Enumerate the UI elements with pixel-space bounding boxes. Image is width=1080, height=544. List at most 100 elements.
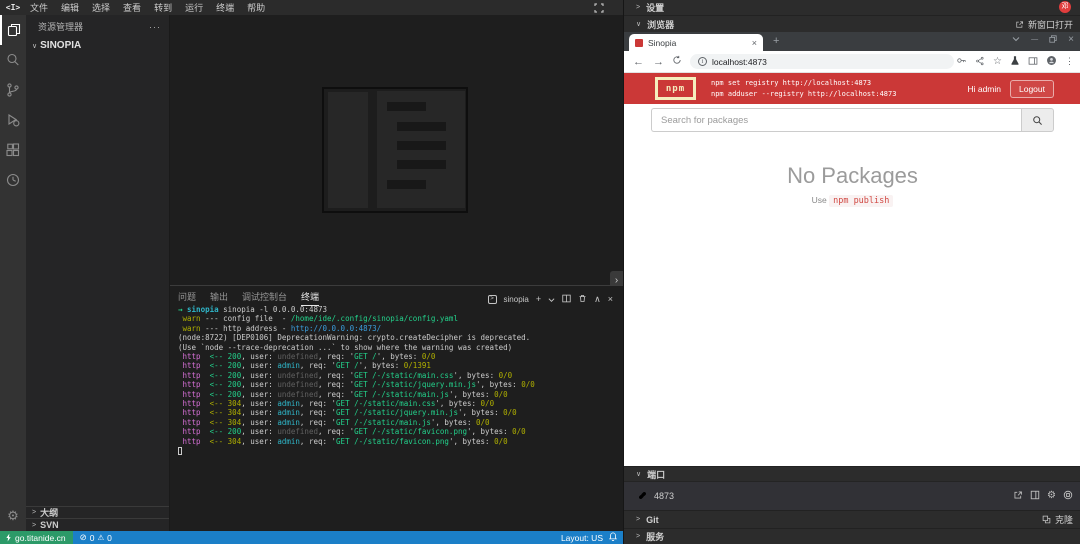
fullscreen-icon[interactable]: [594, 3, 604, 13]
folder-sinopia[interactable]: ∨ SINOPIA: [26, 36, 169, 55]
chevron-down-icon: ∨: [636, 20, 641, 28]
open-new-window-button[interactable]: 新窗口打开: [1015, 18, 1080, 31]
terminal-dropdown-icon[interactable]: [548, 290, 555, 308]
terminal-cursor-line: [178, 446, 535, 457]
tab-problems[interactable]: 问题: [178, 290, 196, 306]
terminal-warn-line: warn --- http address - http://0.0.0.0:4…: [178, 324, 535, 333]
port-row-4873[interactable]: 4873 ⚙: [624, 481, 1080, 510]
port-number[interactable]: 4873: [654, 491, 674, 501]
tab-terminal[interactable]: 终端: [301, 290, 319, 306]
link-icon: [637, 490, 648, 503]
chevron-right-icon: >: [636, 533, 640, 540]
minimize-window-icon[interactable]: —: [1031, 36, 1038, 43]
status-bar: go.titanide.cn ⊘ 0 ⚠ 0 Layout: US: [0, 531, 623, 544]
user-avatar[interactable]: 邓: [1059, 1, 1071, 13]
forward-icon[interactable]: →: [653, 56, 664, 68]
greeting-text: Hi admin: [967, 84, 1001, 94]
extensions-icon[interactable]: [0, 135, 26, 165]
http-log-line: http <-- 304, user: admin, req: 'GET /-/…: [178, 418, 535, 427]
notifications-bell-icon[interactable]: [609, 532, 617, 543]
http-log-line: http <-- 304, user: admin, req: 'GET /-/…: [178, 399, 535, 408]
http-log-line: http <-- 200, user: undefined, req: 'GET…: [178, 371, 535, 380]
close-window-icon[interactable]: ×: [1068, 34, 1074, 45]
close-tab-icon[interactable]: ×: [752, 38, 757, 48]
chevron-right-icon: >: [636, 516, 640, 523]
explorer-icon[interactable]: [0, 15, 26, 45]
section-outline[interactable]: > 大纲: [26, 506, 169, 518]
problems-indicator[interactable]: ⊘ 0 ⚠ 0: [80, 532, 112, 543]
menu-run[interactable]: 运行: [185, 1, 203, 14]
section-git[interactable]: > Git 克隆: [624, 510, 1080, 528]
warning-icon: ⚠: [97, 533, 104, 542]
new-tab-icon[interactable]: +: [773, 35, 779, 47]
package-search-input[interactable]: [651, 108, 1021, 132]
port-settings-icon[interactable]: ⚙: [1047, 491, 1056, 501]
search-icon: [1032, 115, 1043, 126]
embedded-browser: Sinopia × + — × ← → i lo: [624, 32, 1080, 466]
reading-list-icon[interactable]: [1028, 53, 1038, 71]
chevron-right-icon: >: [32, 522, 36, 529]
kill-terminal-icon[interactable]: [578, 290, 587, 308]
right-panel: > 设置 邓 ∨ 浏览器 新窗口打开 Sinopia × +: [623, 0, 1080, 544]
stop-forward-icon[interactable]: [1063, 490, 1073, 502]
password-key-icon[interactable]: [956, 53, 967, 71]
new-terminal-icon[interactable]: +: [536, 295, 541, 304]
section-browser[interactable]: ∨ 浏览器 新窗口打开: [624, 15, 1080, 32]
section-svn[interactable]: > SVN: [26, 518, 169, 531]
address-bar[interactable]: i localhost:4873: [690, 54, 954, 69]
share-icon[interactable]: [975, 53, 985, 71]
tab-debug-console[interactable]: 调试控制台: [242, 290, 287, 306]
keyboard-layout[interactable]: Layout: US: [561, 533, 603, 543]
open-preview-icon[interactable]: [1030, 490, 1040, 502]
terminal-warn-line: warn --- config file - /home/ide/.config…: [178, 314, 535, 323]
browser-tab-sinopia[interactable]: Sinopia ×: [629, 34, 763, 51]
bookmark-star-icon[interactable]: ☆: [993, 56, 1002, 67]
menu-help[interactable]: 帮助: [247, 1, 265, 14]
restore-window-icon[interactable]: [1049, 35, 1057, 45]
remote-indicator[interactable]: go.titanide.cn: [0, 531, 73, 544]
browser-menu-chevron-icon[interactable]: [1012, 35, 1020, 44]
menu-view[interactable]: 查看: [123, 1, 141, 14]
logout-button[interactable]: Logout: [1010, 80, 1054, 98]
run-debug-icon[interactable]: [0, 105, 26, 135]
http-log-line: http <-- 304, user: admin, req: 'GET /-/…: [178, 408, 535, 417]
menu-selection[interactable]: 选择: [92, 1, 110, 14]
search-button[interactable]: [1021, 108, 1054, 132]
split-terminal-icon[interactable]: [562, 290, 571, 308]
menu-file[interactable]: 文件: [30, 1, 48, 14]
more-actions-icon[interactable]: ···: [149, 22, 161, 32]
terminal-text-line: (node:8722) [DEP0106] DeprecationWarning…: [178, 333, 535, 342]
section-services[interactable]: > 服务: [624, 528, 1080, 544]
menu-edit[interactable]: 编辑: [61, 1, 79, 14]
source-control-icon[interactable]: [0, 75, 26, 105]
browser-toolbar: ← → i localhost:4873 ☆ ⋮: [624, 51, 1080, 73]
menu-bar: 文件 编辑 选择 查看 转到 运行 终端 帮助: [30, 1, 265, 14]
profile-avatar-icon[interactable]: [1046, 53, 1057, 71]
menu-go[interactable]: 转到: [154, 1, 172, 14]
section-settings[interactable]: > 设置 邓: [624, 0, 1080, 15]
section-ports[interactable]: ∨ 端口: [624, 466, 1080, 481]
terminal-output[interactable]: → sinopia sinopia -l 0.0.0.0:4873 warn -…: [178, 305, 535, 458]
tab-output[interactable]: 输出: [210, 290, 228, 306]
close-panel-icon[interactable]: ×: [608, 295, 613, 304]
git-clone-button[interactable]: 克隆: [1042, 513, 1080, 526]
http-log-line: http <-- 200, user: admin, req: 'GET /',…: [178, 361, 535, 370]
terminal-type-icon: >: [488, 295, 497, 304]
manage-gear-icon[interactable]: ⚙: [0, 509, 26, 523]
http-log-line: http <-- 200, user: undefined, req: 'GET…: [178, 427, 535, 436]
maximize-panel-icon[interactable]: ∧: [594, 295, 601, 304]
url-text[interactable]: localhost:4873: [712, 57, 767, 67]
back-icon[interactable]: ←: [633, 56, 644, 68]
remote-icon: [5, 533, 12, 542]
reload-icon[interactable]: [672, 55, 682, 68]
extension-flask-icon[interactable]: [1010, 53, 1020, 71]
browser-menu-icon[interactable]: ⋮: [1065, 56, 1074, 67]
search-icon[interactable]: [0, 45, 26, 75]
terminal-name[interactable]: sinopia: [504, 295, 529, 304]
test-explorer-icon[interactable]: [0, 165, 26, 195]
npm-logo[interactable]: npm: [655, 77, 696, 100]
error-icon: ⊘: [80, 532, 87, 543]
open-in-browser-icon[interactable]: [1013, 490, 1023, 502]
site-info-icon[interactable]: i: [698, 57, 707, 66]
menu-terminal[interactable]: 终端: [216, 1, 234, 14]
